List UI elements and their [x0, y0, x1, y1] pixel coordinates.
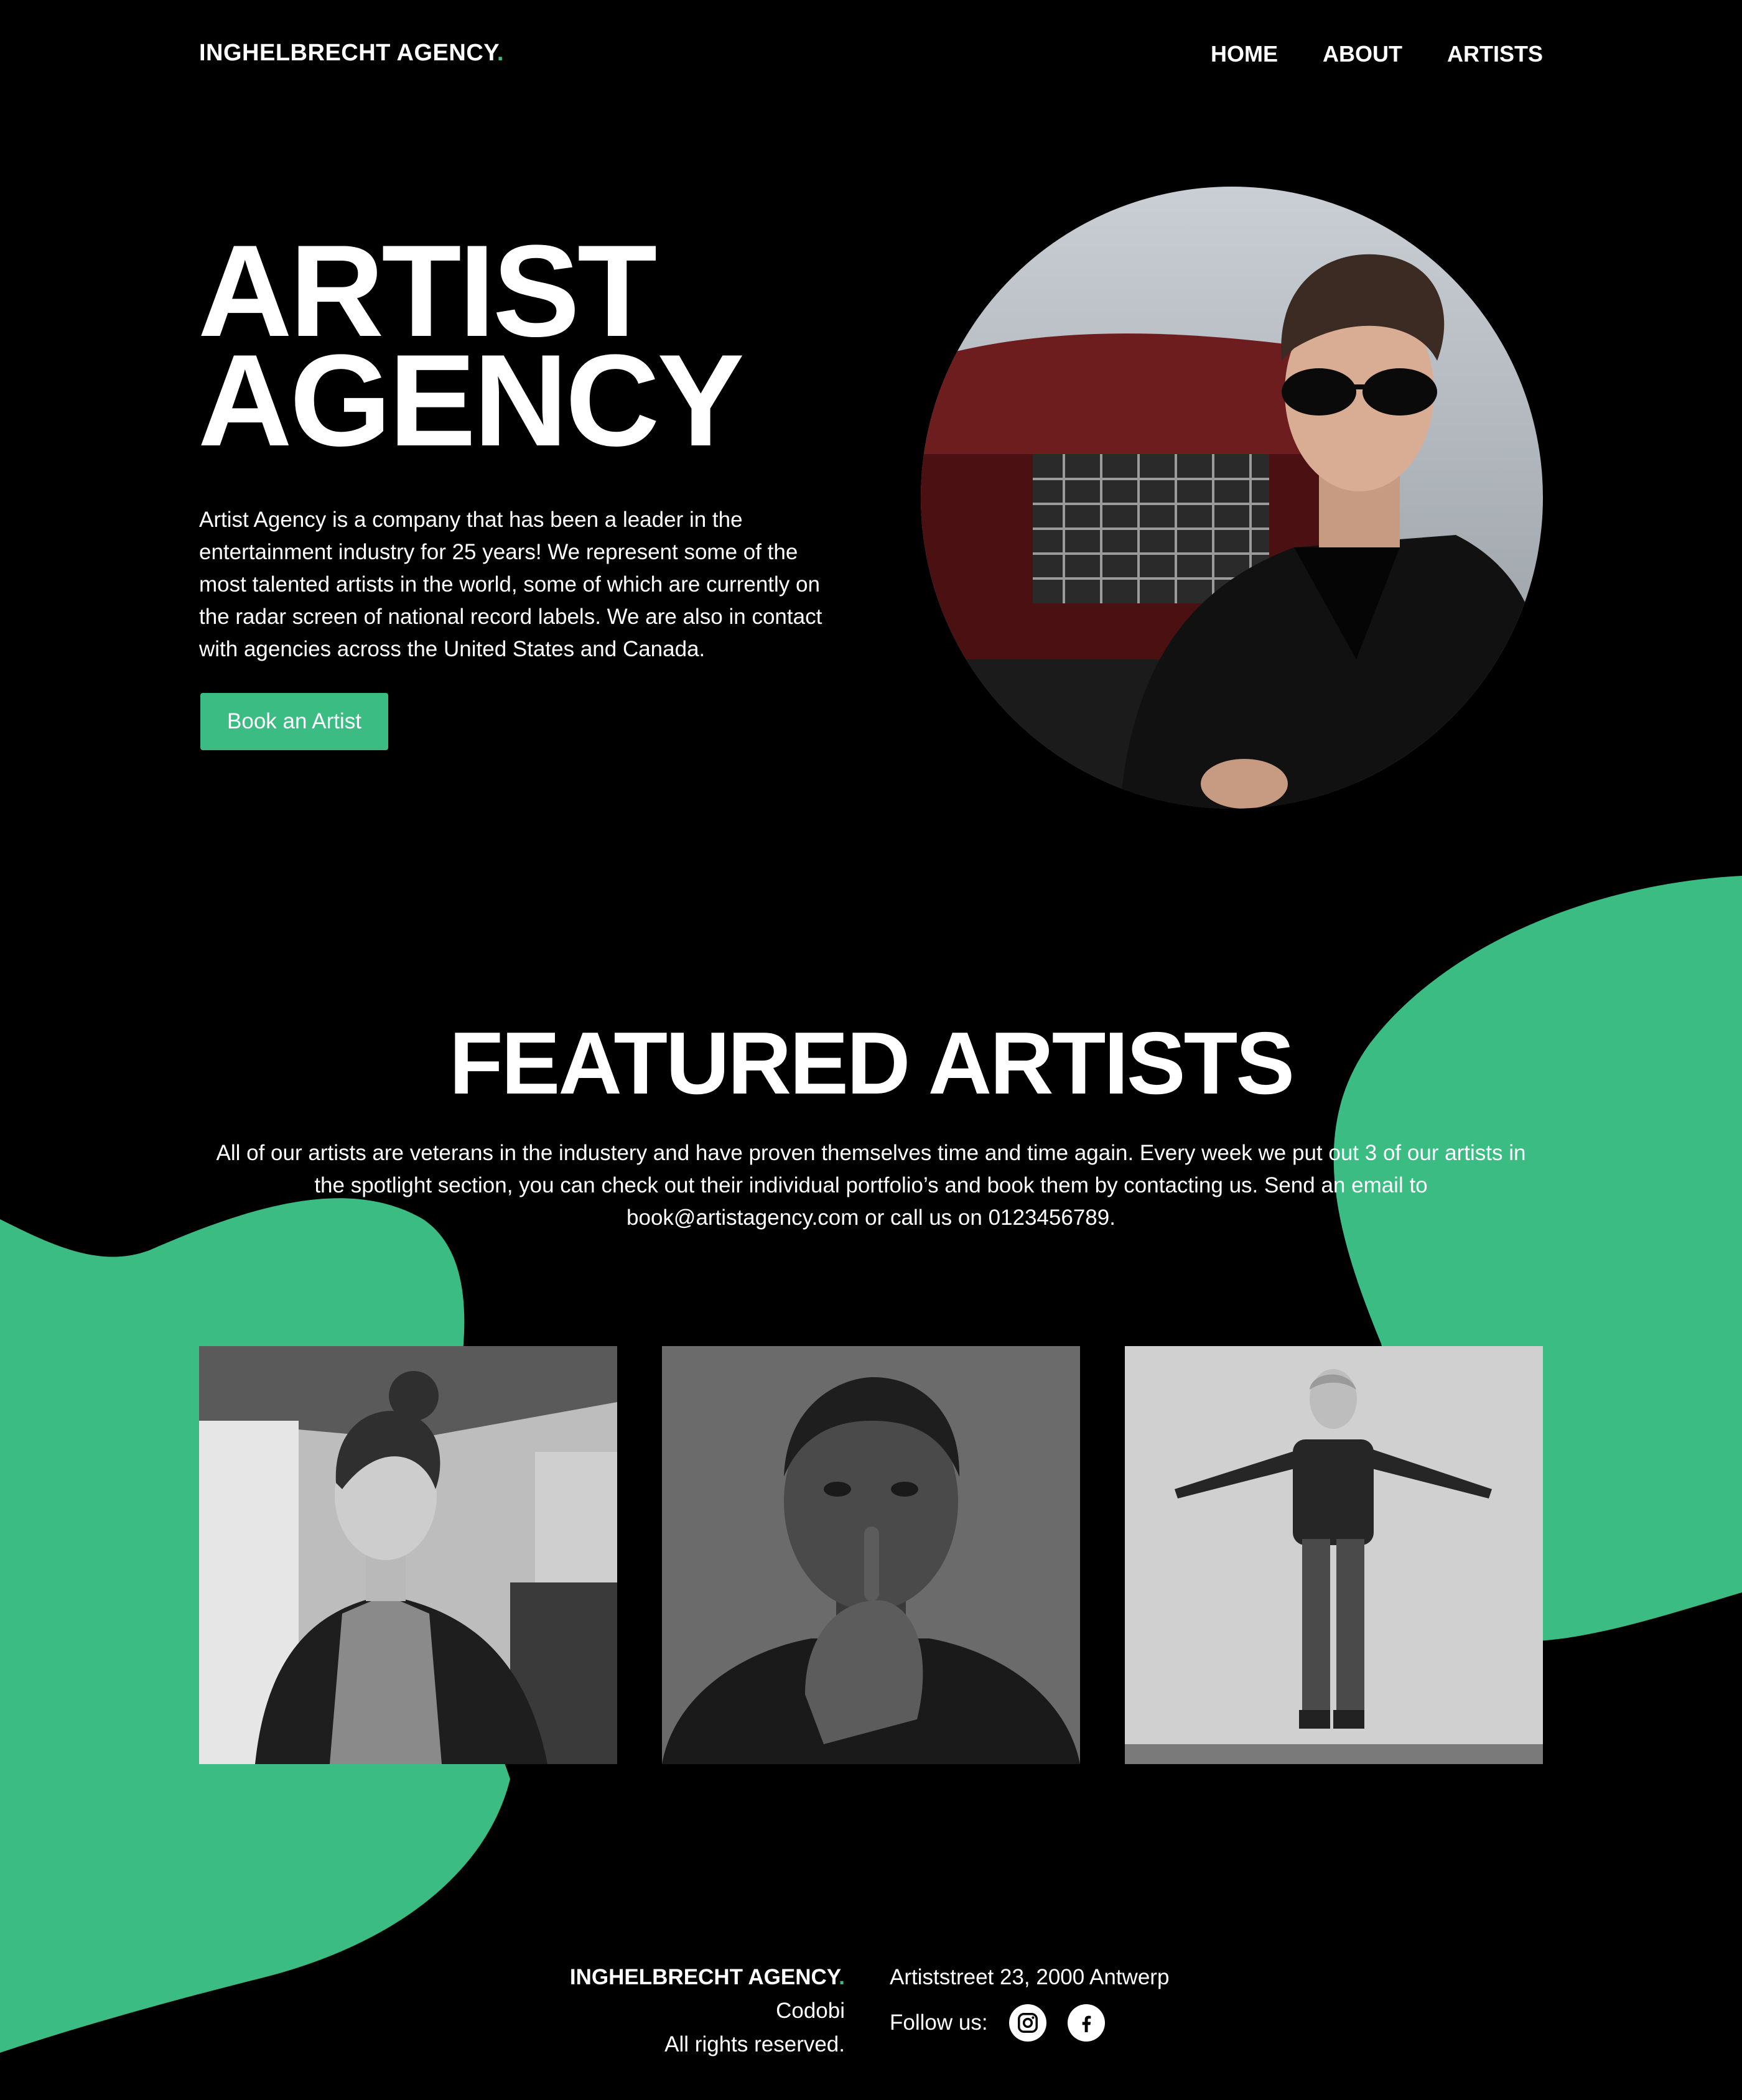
artist-card-man-portrait[interactable]: [662, 1346, 1080, 1764]
hero-title: ARTIST AGENCY: [198, 226, 744, 466]
main-nav: HOME ABOUT ARTISTS: [0, 41, 1543, 67]
footer-contact-block: Artiststreet 23, 2000 Antwerp Follow us:: [890, 1961, 1169, 2042]
artist-card-levitating[interactable]: [1125, 1346, 1543, 1764]
instagram-icon[interactable]: [1008, 2004, 1046, 2042]
footer-follow-row: Follow us:: [890, 2004, 1169, 2042]
footer-brand-dot: .: [839, 1965, 845, 1989]
nav-home[interactable]: HOME: [1211, 41, 1278, 67]
footer-address: Artiststreet 23, 2000 Antwerp: [890, 1965, 1170, 1989]
hero-description: Artist Agency is a company that has been…: [199, 508, 822, 661]
footer-company: Codobi: [776, 1999, 845, 2023]
nav-artists[interactable]: ARTISTS: [1447, 41, 1543, 67]
hero-title-line-2: AGENCY: [198, 327, 744, 473]
footer-brand-text: INGHELBRECHT AGENCY: [569, 1965, 839, 1989]
featured-title: FEATURED ARTISTS: [449, 1014, 1295, 1113]
nav-about[interactable]: ABOUT: [1323, 41, 1402, 67]
follow-label: Follow us:: [890, 2010, 988, 2035]
footer-rights: All rights reserved.: [664, 2032, 845, 2056]
book-artist-button[interactable]: Book an Artist: [200, 693, 388, 750]
hero-artist-photo: [921, 187, 1543, 809]
facebook-icon[interactable]: [1067, 2004, 1105, 2042]
footer-brand-block: INGHELBRECHT AGENCY. Codobi All rights r…: [436, 1961, 845, 2061]
featured-description: All of our artists are veterans in the i…: [216, 1141, 1526, 1230]
footer-logo[interactable]: INGHELBRECHT AGENCY.: [436, 1961, 845, 1994]
artist-card-woman[interactable]: [199, 1346, 617, 1764]
